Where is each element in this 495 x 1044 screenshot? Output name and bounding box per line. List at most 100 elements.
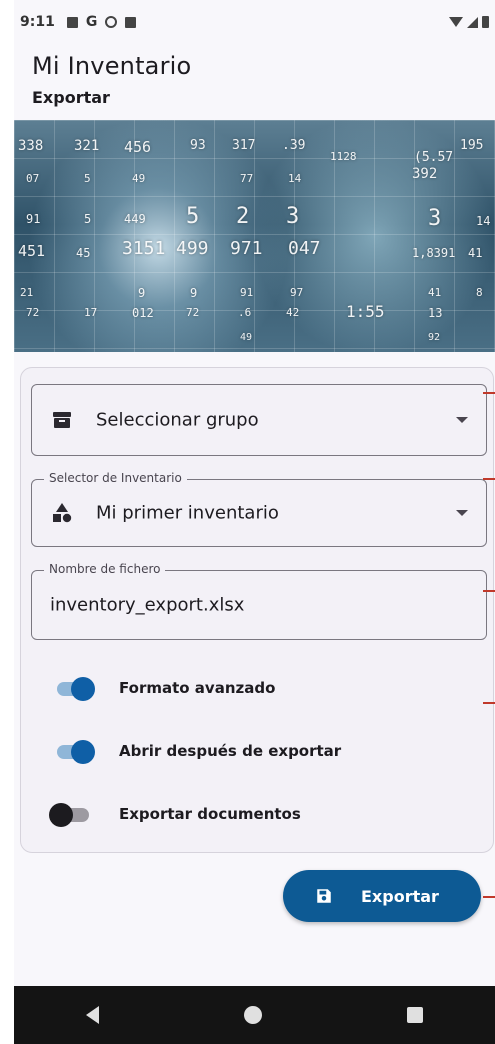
save-icon xyxy=(317,889,331,903)
banner-number: 3151 xyxy=(122,238,166,259)
banner-number: 49 xyxy=(240,332,253,343)
group-dropdown-value: Seleccionar grupo xyxy=(96,409,259,431)
advanced-format-label: Formato avanzado xyxy=(119,679,276,697)
banner-number: 93 xyxy=(190,138,206,153)
banner-number: 012 xyxy=(132,306,154,320)
chevron-down-icon xyxy=(456,417,468,423)
switch-thumb xyxy=(49,803,73,827)
banner-number: 45 xyxy=(76,246,91,260)
open-after-export-row: Abrir después de exportar xyxy=(49,736,341,766)
banner-number: 2 xyxy=(236,204,250,229)
banner-number: 5 xyxy=(186,204,200,229)
export-documents-row: Exportar documentos xyxy=(49,799,301,829)
advanced-format-row: Formato avanzado xyxy=(49,673,275,703)
advanced-format-switch[interactable] xyxy=(49,673,97,703)
status-bar: 9:11 G xyxy=(14,0,495,44)
shapes-icon xyxy=(53,503,72,523)
banner-number: 392 xyxy=(412,166,438,182)
open-after-export-switch[interactable] xyxy=(49,736,97,766)
group-dropdown[interactable]: Seleccionar grupo xyxy=(31,384,487,456)
banner-number: 91 xyxy=(26,212,41,226)
google-icon: G xyxy=(85,14,98,30)
sync-icon xyxy=(105,16,118,28)
banner-number: 9 xyxy=(138,286,146,300)
header-banner-image: 338 321 456 93 317 .39 1128 195 07 5 49 … xyxy=(14,120,495,352)
banner-number: 42 xyxy=(286,306,300,319)
app-title: Mi Inventario xyxy=(32,52,192,80)
banner-number: 72 xyxy=(186,306,200,319)
banner-number: 456 xyxy=(124,138,152,156)
banner-number: 97 xyxy=(290,286,304,299)
banner-number: 91 xyxy=(240,286,254,299)
notification-icon xyxy=(66,16,78,28)
system-icons xyxy=(449,16,489,28)
banner-number: 1:55 xyxy=(346,302,385,321)
export-options-card: Seleccionar grupo Selector de Inventario… xyxy=(20,367,494,853)
annotation-arrow xyxy=(483,590,495,592)
home-icon[interactable] xyxy=(243,1006,262,1024)
inventory-selector-label: Selector de Inventario xyxy=(44,471,187,485)
banner-number: .39 xyxy=(282,138,306,153)
recents-icon[interactable] xyxy=(406,1007,423,1023)
banner-number: 3 xyxy=(428,206,442,231)
status-time: 9:11 xyxy=(20,14,55,30)
inventory-selector-value: Mi primer inventario xyxy=(96,502,279,524)
banner-number: 92 xyxy=(428,332,441,343)
system-nav-bar xyxy=(14,986,495,1044)
banner-number: 77 xyxy=(240,172,254,185)
back-icon[interactable] xyxy=(86,1006,100,1024)
open-after-export-label: Abrir después de exportar xyxy=(119,742,342,760)
banner-number: (5.57 xyxy=(414,150,454,165)
banner-number: 14 xyxy=(288,172,302,185)
app-screen: 9:11 G Mi Inventario Exportar 338 3 21 45… xyxy=(14,0,495,1044)
banner-number: 41 xyxy=(428,286,442,299)
banner-number: 13 xyxy=(428,306,443,320)
wifi-icon xyxy=(449,17,463,27)
banner-number: 07 xyxy=(26,172,40,185)
banner-number: 41 xyxy=(468,246,483,260)
export-button-label: Exportar xyxy=(361,886,439,906)
battery-icon xyxy=(482,16,489,28)
switch-thumb xyxy=(71,677,95,701)
banner-number: 3 xyxy=(286,204,300,229)
banner-number: 195 xyxy=(460,138,484,153)
banner-number: 449 xyxy=(124,212,146,226)
banner-number: 338 xyxy=(18,138,44,154)
filename-field-value: inventory_export.xlsx xyxy=(50,594,245,616)
banner-number: 21 xyxy=(20,286,34,299)
sd-card-icon xyxy=(125,16,137,28)
export-documents-switch[interactable] xyxy=(49,799,97,829)
switch-thumb xyxy=(71,740,95,764)
export-documents-label: Exportar documentos xyxy=(119,805,301,823)
banner-number: 5 xyxy=(84,172,91,185)
banner-number: 72 xyxy=(26,306,40,319)
banner-number: 5 xyxy=(84,212,92,226)
filename-field[interactable]: Nombre de fichero inventory_export.xlsx xyxy=(31,562,487,640)
annotation-arrow xyxy=(483,392,495,394)
inventory-selector[interactable]: Selector de Inventario Mi primer inventa… xyxy=(31,471,487,547)
chevron-down-icon xyxy=(456,510,468,516)
banner-number: 49 xyxy=(132,172,146,185)
banner-number: 317 xyxy=(232,138,256,153)
annotation-arrow xyxy=(483,702,495,704)
banner-number: 14 xyxy=(476,214,491,228)
banner-number: 8 xyxy=(476,286,483,299)
app-bar: Mi Inventario Exportar xyxy=(32,52,191,107)
banner-number: 499 xyxy=(176,238,209,259)
banner-number: 9 xyxy=(190,286,198,300)
page-subtitle: Exportar xyxy=(32,88,110,107)
archive-icon xyxy=(53,412,71,428)
signal-icon xyxy=(467,16,478,28)
banner-number: 17 xyxy=(84,306,98,319)
banner-number: 1,8391 xyxy=(412,246,456,260)
banner-number: 971 xyxy=(230,238,263,259)
banner-number: 451 xyxy=(18,242,46,260)
annotation-arrow xyxy=(483,896,495,898)
banner-number: 047 xyxy=(288,238,321,259)
filename-field-label: Nombre de fichero xyxy=(44,562,166,576)
annotation-arrow xyxy=(483,478,495,480)
export-button[interactable]: Exportar xyxy=(283,870,481,922)
banner-number: 1128 xyxy=(330,150,357,163)
notification-icons: G xyxy=(66,14,137,30)
banner-number: .6 xyxy=(238,306,252,319)
